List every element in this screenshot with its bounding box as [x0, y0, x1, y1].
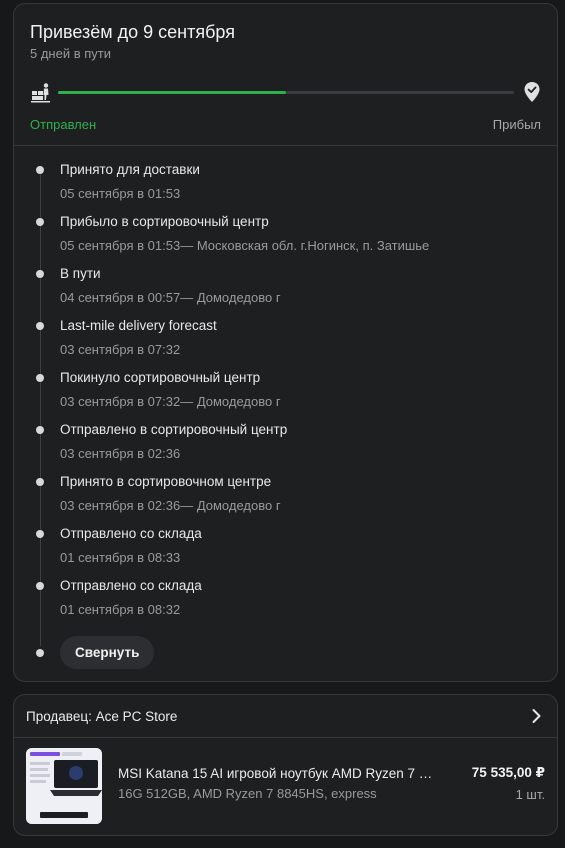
timeline-event: Принято для доставки 05 сентября в 01:53 — [14, 148, 557, 201]
event-title: Отправлено со склада — [60, 526, 202, 541]
timeline-dot — [36, 166, 44, 174]
event-meta: 05 сентября в 01:53 — [60, 186, 181, 201]
chevron-right-icon — [532, 709, 541, 723]
event-title: Принято для доставки — [60, 162, 200, 177]
product-quantity: 1 шт. — [515, 787, 545, 802]
timeline-dot — [36, 582, 44, 590]
delivery-progress-bar — [58, 91, 514, 94]
stage-arrived-label: Прибыл — [492, 117, 541, 132]
seller-card: Продавец: Ace PC Store MSI Katana 15 AI … — [13, 694, 558, 836]
event-title: В пути — [60, 266, 101, 281]
event-meta: 05 сентября в 01:53— Московская обл. г.Н… — [60, 238, 430, 253]
event-meta: 03 сентября в 02:36 — [60, 446, 181, 461]
event-meta: 03 сентября в 07:32 — [60, 342, 181, 357]
event-title: Last-mile delivery forecast — [60, 318, 217, 333]
timeline-dot — [36, 478, 44, 486]
timeline-event: Прибыло в сортировочный центр 05 сентябр… — [14, 200, 557, 253]
delivery-card: Привезём до 9 сентября 5 дней в пути Отп… — [13, 3, 558, 682]
laptop-image — [26, 748, 102, 824]
event-meta: 04 сентября в 00:57— Домодедово г — [60, 290, 281, 305]
event-meta: 01 сентября в 08:33 — [60, 550, 181, 565]
event-meta: 03 сентября в 07:32— Домодедово г — [60, 394, 281, 409]
courier-truck-icon — [31, 83, 50, 103]
stage-sent-label: Отправлен — [30, 117, 97, 132]
product-name[interactable]: MSI Katana 15 AI игровой ноутбук AMD Ryz… — [118, 766, 438, 781]
timeline-event: В пути 04 сентября в 00:57— Домодедово г — [14, 252, 557, 305]
event-title: Принято в сортировочном центре — [60, 474, 272, 489]
timeline-dot — [36, 322, 44, 330]
timeline-dot — [36, 374, 44, 382]
delivery-subtitle: 5 дней в пути — [30, 46, 111, 61]
timeline-event: Отправлено со склада 01 сентября в 08:32 — [14, 564, 557, 617]
event-title: Отправлено со склада — [60, 578, 202, 593]
timeline-dot — [36, 530, 44, 538]
timeline-event: Отправлено в сортировочный центр 03 сент… — [14, 408, 557, 461]
delivery-progress-fill — [58, 91, 286, 94]
timeline-dot — [36, 270, 44, 278]
timeline-dot — [36, 649, 44, 657]
product-description: 16G 512GB, AMD Ryzen 7 8845HS, express — [118, 786, 377, 801]
timeline-dot — [36, 426, 44, 434]
seller-name: Продавец: Ace PC Store — [26, 709, 178, 724]
timeline-event: Last-mile delivery forecast 03 сентября … — [14, 304, 557, 357]
timeline-event: Покинуло сортировочный центр 03 сентября… — [14, 356, 557, 409]
collapse-button[interactable]: Свернуть — [60, 636, 155, 669]
timeline-dot — [36, 218, 44, 226]
location-pin-icon — [524, 82, 540, 102]
seller-link[interactable]: Продавец: Ace PC Store — [14, 695, 557, 738]
event-title: Отправлено в сортировочный центр — [60, 422, 288, 437]
timeline-event: Принято в сортировочном центре 03 сентяб… — [14, 460, 557, 513]
product-thumbnail[interactable] — [26, 748, 102, 824]
timeline-event: Отправлено со склада 01 сентября в 08:33 — [14, 512, 557, 565]
event-title: Прибыло в сортировочный центр — [60, 214, 269, 229]
event-title: Покинуло сортировочный центр — [60, 370, 261, 385]
divider — [14, 145, 557, 146]
product-price: 75 535,00 ₽ — [471, 765, 545, 780]
delivery-title: Привезём до 9 сентября — [30, 22, 235, 42]
event-meta: 01 сентября в 08:32 — [60, 602, 181, 617]
event-meta: 03 сентября в 02:36— Домодедово г — [60, 498, 281, 513]
